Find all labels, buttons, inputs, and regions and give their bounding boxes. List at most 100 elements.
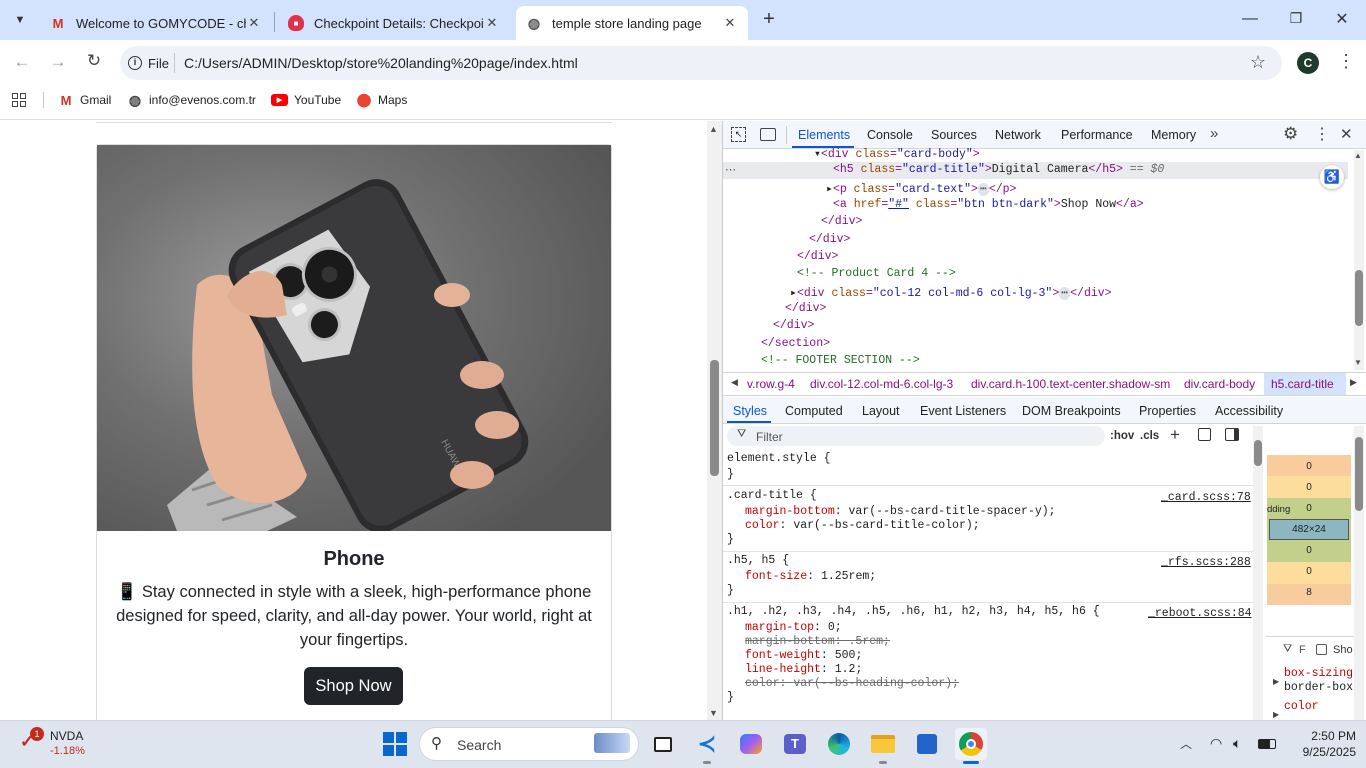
paint-icon[interactable] (1198, 428, 1211, 441)
tab-search-button[interactable]: ▼ (8, 8, 32, 32)
file-explorer-icon[interactable] (867, 728, 899, 760)
bookmark-star-icon[interactable]: ☆ (1246, 52, 1270, 73)
back-icon[interactable]: ← (10, 52, 34, 72)
styles-scroll-thumb[interactable] (1254, 440, 1262, 466)
collapsed-ellipsis[interactable]: ⋯ (1059, 287, 1071, 300)
forward-icon[interactable]: → (46, 52, 70, 72)
chrome-icon[interactable] (955, 728, 987, 760)
dom-line-close-div[interactable]: </div> (797, 250, 838, 263)
dom-comment-product-card-4[interactable]: <!-- Product Card 4 --> (797, 267, 956, 280)
element-style-rule[interactable]: element.style { (727, 452, 831, 465)
tab-console[interactable]: Console (867, 128, 913, 142)
subtab-layout[interactable]: Layout (862, 404, 900, 418)
expand-arrow[interactable]: ▶ (1273, 710, 1279, 719)
dom-line-col-div[interactable]: ▸<div class="col-12 col-md-6 col-lg-3"> ⋯… (790, 285, 1112, 300)
computed-prop[interactable]: color (1284, 700, 1319, 713)
source-link-rfs-scss[interactable]: _rfs.scss:288 (1161, 556, 1251, 569)
style-declaration[interactable]: margin-top: 0; (745, 621, 842, 634)
site-info-chip[interactable]: i File (128, 52, 169, 74)
dom-line-p[interactable]: ▸<p class="card-text"> ⋯ </p> (826, 181, 1016, 196)
scroll-down-arrow[interactable]: ▼ (709, 708, 718, 718)
dom-comment-footer[interactable]: <!-- FOOTER SECTION --> (761, 354, 920, 367)
computed-filter-icon[interactable]: ⛛ (1283, 643, 1292, 656)
source-link-reboot-scss[interactable]: _reboot.scss:84 (1148, 607, 1252, 620)
tab-temple-store[interactable]: ◍ temple store landing page ✕ (516, 6, 748, 40)
collapsed-ellipsis[interactable]: ⋯ (977, 183, 989, 196)
dom-line-close-div[interactable]: </div> (785, 302, 826, 315)
subtab-properties[interactable]: Properties (1139, 404, 1196, 418)
settings-gear-icon[interactable]: ⚙ (1283, 124, 1298, 144)
start-button[interactable] (379, 728, 411, 760)
bookmark-maps[interactable]: ⬤ Maps (356, 92, 408, 108)
tab-checkpoint[interactable]: ■ Checkpoint Details: Checkpoint ✕ (278, 6, 510, 40)
clock-time[interactable]: 2:50 PM (1296, 729, 1356, 743)
scroll-up-arrow[interactable]: ▲ (709, 124, 718, 134)
clock-date[interactable]: 9/25/2025 (1286, 745, 1356, 759)
dom-line-close-div[interactable]: </div> (821, 215, 862, 228)
show-all-checkbox[interactable] (1316, 644, 1327, 655)
stock-widget[interactable]: ✓ 1 NVDA -1.18% (16, 726, 136, 764)
wifi-icon[interactable]: ◠ (1210, 735, 1222, 752)
toggle-sidebar-icon[interactable] (1225, 428, 1239, 441)
style-declaration[interactable]: font-size: 1.25rem; (745, 570, 876, 583)
breadcrumb-item[interactable]: v.row.g-4 (747, 377, 795, 391)
tab-gomycode[interactable]: M Welcome to GOMYCODE - chijio ✕ (40, 6, 272, 40)
apps-icon[interactable] (12, 93, 28, 107)
style-declaration[interactable]: line-height: 1.2; (745, 663, 862, 676)
dom-line-close-div[interactable]: </div> (773, 319, 814, 332)
styles-scrollbar[interactable] (1253, 426, 1263, 720)
minimize-button[interactable]: — (1240, 10, 1260, 28)
expand-arrow[interactable]: ▶ (1273, 677, 1279, 686)
hov-toggle[interactable]: :hov (1110, 430, 1134, 442)
tab-elements[interactable]: Elements (798, 128, 850, 142)
subtab-accessibility[interactable]: Accessibility (1215, 404, 1283, 418)
devtools-menu-icon[interactable]: ⋮ (1314, 124, 1330, 144)
menu-icon[interactable]: ⋮ (1334, 51, 1358, 72)
devtools-close-icon[interactable]: ✕ (1340, 125, 1353, 143)
edge-icon[interactable] (823, 728, 855, 760)
close-icon[interactable]: ✕ (484, 15, 500, 31)
inspect-element-icon[interactable]: ↖ (731, 127, 746, 142)
crumb-scroll-right[interactable]: ▶ (1350, 377, 1357, 388)
tab-sources[interactable]: Sources (931, 128, 977, 142)
tab-memory[interactable]: Memory (1151, 128, 1196, 142)
device-toolbar-icon[interactable] (760, 128, 776, 141)
url-text[interactable]: C:/Users/ADMIN/Desktop/store%20landing%2… (184, 55, 578, 71)
subtab-styles[interactable]: Styles (733, 404, 767, 418)
dom-scrollbar[interactable] (1354, 150, 1364, 370)
bookmark-youtube[interactable]: ▶ YouTube (271, 92, 341, 108)
subtab-dom-breakpoints[interactable]: DOM Breakpoints (1022, 404, 1121, 418)
breadcrumb-item-selected[interactable]: h5.card-title (1271, 377, 1334, 391)
card-title-rule-selector[interactable]: .card-title { (727, 489, 817, 502)
teams-icon[interactable]: T (779, 728, 811, 760)
profile-avatar[interactable]: C (1297, 52, 1319, 74)
style-declaration[interactable]: margin-bottom: var(--bs-card-title-space… (745, 505, 1056, 518)
tab-network[interactable]: Network (995, 128, 1041, 142)
ellipsis-icon[interactable]: ⋯ (725, 163, 736, 176)
dom-line-a[interactable]: <a href="#" class="btn btn-dark">Shop No… (833, 198, 1144, 211)
shop-now-button[interactable]: Shop Now (304, 667, 403, 705)
store-icon[interactable] (911, 728, 943, 760)
volume-icon[interactable]: 🔈︎ (1233, 735, 1241, 752)
bookmark-gmail[interactable]: M Gmail (58, 92, 112, 108)
dom-line-card-body[interactable]: ▾<div class="card-body"> (814, 146, 980, 161)
dom-line-h5[interactable]: <h5 class="card-title">Digital Camera</h… (833, 163, 1164, 176)
tab-performance[interactable]: Performance (1061, 128, 1133, 142)
dom-line-close-div[interactable]: </div> (809, 233, 850, 246)
overridden-declaration[interactable]: margin-bottom: .5rem; (745, 635, 890, 648)
task-view-icon[interactable] (647, 728, 679, 760)
new-tab-button[interactable]: + (758, 8, 780, 30)
dom-line-close-section[interactable]: </section> (761, 337, 830, 350)
breadcrumb-item[interactable]: div.card.h-100.text-center.shadow-sm (971, 377, 1170, 391)
source-link-card-scss[interactable]: _card.scss:78 (1161, 491, 1251, 504)
show-hidden-icons[interactable]: ︿ (1180, 735, 1192, 752)
battery-icon[interactable] (1258, 739, 1276, 749)
add-rule-icon[interactable]: + (1170, 425, 1180, 445)
dom-scroll-thumb[interactable] (1355, 270, 1363, 326)
window-close-button[interactable]: ✕ (1332, 9, 1352, 29)
accessibility-tree-icon[interactable]: ♿ (1320, 165, 1344, 189)
crumb-scroll-left[interactable]: ◀ (731, 377, 738, 388)
computed-scroll-thumb[interactable] (1355, 437, 1363, 511)
close-icon[interactable]: ✕ (722, 15, 738, 31)
subtab-computed[interactable]: Computed (785, 404, 843, 418)
